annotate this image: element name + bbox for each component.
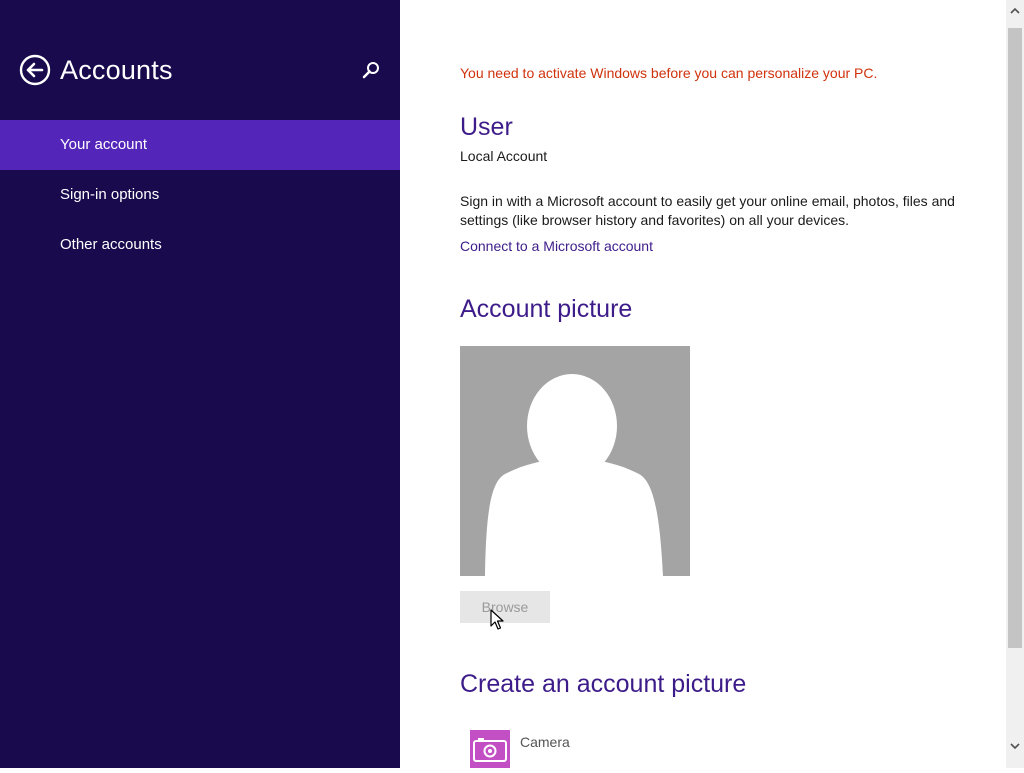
scroll-up-arrow-icon[interactable] xyxy=(1009,5,1021,17)
account-type: Local Account xyxy=(460,148,548,164)
sidebar-item-label: Sign-in options xyxy=(60,186,160,203)
search-button[interactable] xyxy=(360,60,382,82)
sidebar-item-your-account[interactable]: Your account xyxy=(0,120,400,170)
scroll-down-arrow-icon[interactable] xyxy=(1009,740,1021,752)
sidebar-item-label: Other accounts xyxy=(60,236,162,253)
connect-microsoft-account-link[interactable]: Connect to a Microsoft account xyxy=(460,238,653,254)
create-picture-heading: Create an account picture xyxy=(460,670,747,698)
camera-app-label[interactable]: Camera xyxy=(520,734,570,750)
browse-button[interactable]: Browse xyxy=(460,591,550,623)
search-icon xyxy=(362,62,379,79)
page-title: Accounts xyxy=(60,55,173,85)
activation-warning: You need to activate Windows before you … xyxy=(460,65,878,81)
sidebar-nav: Your account Sign-in options Other accou… xyxy=(0,120,400,270)
sidebar-item-other-accounts[interactable]: Other accounts xyxy=(0,220,400,270)
vertical-scrollbar[interactable] xyxy=(1006,0,1024,768)
sidebar: Accounts Your account Sign-in options Ot… xyxy=(0,0,400,768)
user-heading: User xyxy=(460,113,513,141)
camera-icon xyxy=(473,738,507,762)
camera-app-tile[interactable] xyxy=(470,730,510,768)
account-picture-heading: Account picture xyxy=(460,295,633,323)
scrollbar-thumb[interactable] xyxy=(1008,28,1022,648)
back-button[interactable] xyxy=(19,54,51,86)
default-user-silhouette-icon xyxy=(485,374,663,576)
account-description: Sign in with a Microsoft account to easi… xyxy=(460,193,955,228)
account-picture xyxy=(460,346,690,576)
back-arrow-circle-icon xyxy=(19,54,51,86)
main-content: You need to activate Windows before you … xyxy=(460,0,1000,768)
sidebar-item-label: Your account xyxy=(60,136,148,153)
sidebar-item-sign-in-options[interactable]: Sign-in options xyxy=(0,170,400,220)
